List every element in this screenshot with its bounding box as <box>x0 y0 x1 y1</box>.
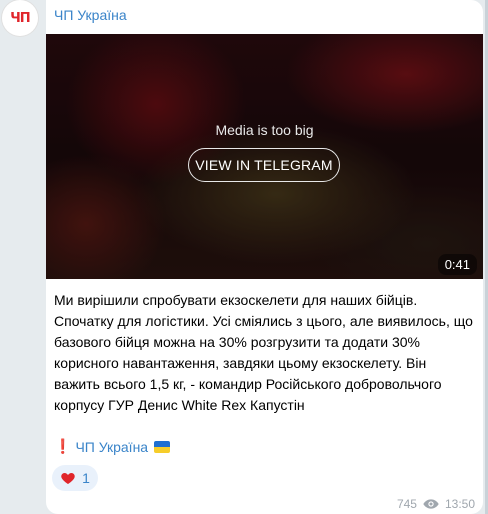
message-meta: 745 13:50 <box>397 497 475 511</box>
channel-name[interactable]: ЧП Україна <box>54 7 127 23</box>
message-time: 13:50 <box>444 497 475 511</box>
exclamation-icon: ❗ <box>54 438 72 454</box>
video-preview[interactable]: Media is too big VIEW IN TELEGRAM 0:41 <box>46 34 483 279</box>
media-too-big-text: Media is too big <box>215 122 314 138</box>
avatar-logo: ЧП <box>10 10 30 26</box>
view-in-telegram-button[interactable]: VIEW IN TELEGRAM <box>188 148 340 182</box>
channel-avatar[interactable]: ЧП <box>2 0 38 36</box>
reaction-heart[interactable]: 1 <box>52 465 98 491</box>
reaction-count: 1 <box>82 470 90 486</box>
view-count: 745 <box>396 497 417 511</box>
message-bubble: ЧП Україна Media is too big VIEW IN TELE… <box>46 0 483 514</box>
ukraine-flag-icon <box>154 440 171 453</box>
signature: ❗ ЧП Україна <box>54 438 171 455</box>
video-duration: 0:41 <box>437 254 477 275</box>
heart-icon <box>61 473 75 484</box>
signature-link[interactable]: ЧП Україна <box>75 439 148 455</box>
eye-icon <box>423 499 439 509</box>
message-text: Ми вирішили спробувати екзоскелети для н… <box>54 292 473 413</box>
